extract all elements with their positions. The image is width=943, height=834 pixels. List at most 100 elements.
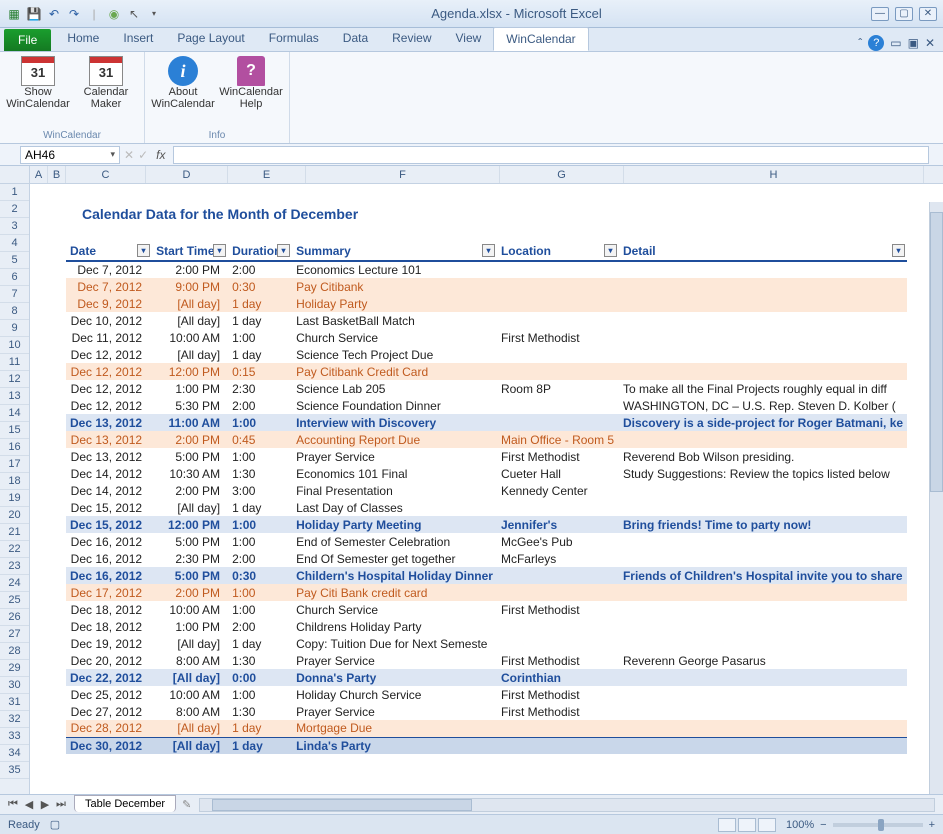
row-header[interactable]: 29: [0, 660, 29, 677]
ribbon-minimize-icon[interactable]: ˆ: [858, 36, 862, 50]
tab-view[interactable]: View: [444, 27, 494, 51]
table-row[interactable]: Dec 12, 201212:00 PM0:15Pay Citibank Cre…: [66, 363, 907, 380]
close-button[interactable]: ✕: [919, 7, 937, 21]
cell-sum[interactable]: Copy: Tuition Due for Next Semeste: [292, 635, 497, 652]
row-header[interactable]: 4: [0, 235, 29, 252]
cell-det[interactable]: Discovery is a side-project for Roger Ba…: [619, 414, 907, 431]
next-sheet-icon[interactable]: ▶: [38, 798, 52, 811]
col-header-D[interactable]: D: [146, 166, 228, 183]
cell-sum[interactable]: Church Service: [292, 329, 497, 346]
table-row[interactable]: Dec 27, 20128:00 AM1:30Prayer ServiceFir…: [66, 703, 907, 720]
cell-loc[interactable]: [497, 720, 619, 737]
cell-start[interactable]: 5:00 PM: [152, 567, 228, 584]
cell-date[interactable]: Dec 18, 2012: [66, 601, 152, 618]
row-header[interactable]: 25: [0, 592, 29, 609]
cell-det[interactable]: [619, 635, 907, 652]
cell-dur[interactable]: 1:00: [228, 601, 292, 618]
cell-det[interactable]: [619, 720, 907, 737]
name-box[interactable]: AH46 ▾: [20, 146, 120, 164]
cell-sum[interactable]: Science Tech Project Due: [292, 346, 497, 363]
row-header[interactable]: 22: [0, 541, 29, 558]
row-header[interactable]: 33: [0, 728, 29, 745]
cell-loc[interactable]: Corinthian: [497, 669, 619, 686]
tab-home[interactable]: Home: [55, 27, 111, 51]
cell-start[interactable]: 5:00 PM: [152, 448, 228, 465]
cell-dur[interactable]: 1 day: [228, 737, 292, 754]
cell-date[interactable]: Dec 20, 2012: [66, 652, 152, 669]
cell-dur[interactable]: 1:00: [228, 533, 292, 550]
row-header[interactable]: 19: [0, 490, 29, 507]
row-header[interactable]: 7: [0, 286, 29, 303]
cell-date[interactable]: Dec 15, 2012: [66, 499, 152, 516]
cell-sum[interactable]: Pay Citibank Credit Card: [292, 363, 497, 380]
table-row[interactable]: Dec 16, 20125:00 PM0:30Childern's Hospit…: [66, 567, 907, 584]
cell-date[interactable]: Dec 27, 2012: [66, 703, 152, 720]
cell-date[interactable]: Dec 15, 2012: [66, 516, 152, 533]
cell-dur[interactable]: 1:00: [228, 414, 292, 431]
cell-date[interactable]: Dec 16, 2012: [66, 533, 152, 550]
table-row[interactable]: Dec 12, 20125:30 PM2:00Science Foundatio…: [66, 397, 907, 414]
cell-date[interactable]: Dec 13, 2012: [66, 414, 152, 431]
cell-det[interactable]: [619, 482, 907, 499]
sheet-tab-active[interactable]: Table December: [74, 795, 176, 812]
formula-input[interactable]: [173, 146, 929, 164]
table-row[interactable]: Dec 13, 201211:00 AM1:00Interview with D…: [66, 414, 907, 431]
cell-loc[interactable]: [497, 737, 619, 754]
macro-record-icon[interactable]: ▢: [50, 818, 60, 831]
cell-sum[interactable]: Science Foundation Dinner: [292, 397, 497, 414]
tab-data[interactable]: Data: [331, 27, 380, 51]
cell-det[interactable]: To make all the Final Projects roughly e…: [619, 380, 907, 397]
row-header[interactable]: 28: [0, 643, 29, 660]
cell-sum[interactable]: Economics Lecture 101: [292, 261, 497, 278]
cell-sum[interactable]: Accounting Report Due: [292, 431, 497, 448]
cell-start[interactable]: 10:00 AM: [152, 329, 228, 346]
cell-loc[interactable]: [497, 635, 619, 652]
fx-icon[interactable]: fx: [156, 148, 165, 162]
cell-det[interactable]: [619, 533, 907, 550]
col-header-C[interactable]: C: [66, 166, 146, 183]
chevron-down-icon[interactable]: ▾: [110, 149, 115, 160]
cell-date[interactable]: Dec 28, 2012: [66, 720, 152, 737]
cell-start[interactable]: 8:00 AM: [152, 703, 228, 720]
cell-loc[interactable]: First Methodist: [497, 686, 619, 703]
cell-loc[interactable]: [497, 363, 619, 380]
ribbon-opt2-icon[interactable]: ▣: [908, 36, 919, 50]
table-row[interactable]: Dec 13, 20122:00 PM0:45Accounting Report…: [66, 431, 907, 448]
horizontal-scrollbar[interactable]: [199, 798, 935, 812]
cell-start[interactable]: [All day]: [152, 720, 228, 737]
cell-det[interactable]: Study Suggestions: Review the topics lis…: [619, 465, 907, 482]
cell-start[interactable]: [All day]: [152, 499, 228, 516]
cell-sum[interactable]: Childrens Holiday Party: [292, 618, 497, 635]
row-header[interactable]: 14: [0, 405, 29, 422]
row-header[interactable]: 32: [0, 711, 29, 728]
cell-start[interactable]: [All day]: [152, 737, 228, 754]
cell-det[interactable]: [619, 584, 907, 601]
row-headers[interactable]: 1234567891011121314151617181920212223242…: [0, 184, 30, 794]
row-header[interactable]: 10: [0, 337, 29, 354]
qat-custom-icon[interactable]: ◉: [106, 6, 122, 22]
accept-formula-icon[interactable]: ✓: [138, 148, 148, 162]
table-row[interactable]: Dec 9, 2012[All day]1 dayHoliday Party: [66, 295, 907, 312]
row-header[interactable]: 27: [0, 626, 29, 643]
column-header-loc[interactable]: Location▾: [497, 242, 619, 261]
file-tab[interactable]: File: [4, 29, 51, 51]
last-sheet-icon[interactable]: ⏭: [54, 798, 68, 811]
col-header-F[interactable]: F: [306, 166, 500, 183]
cell-loc[interactable]: [497, 499, 619, 516]
row-header[interactable]: 18: [0, 473, 29, 490]
cell-date[interactable]: Dec 25, 2012: [66, 686, 152, 703]
tab-page-layout[interactable]: Page Layout: [165, 27, 256, 51]
cell-det[interactable]: WASHINGTON, DC – U.S. Rep. Steven D. Kol…: [619, 397, 907, 414]
table-row[interactable]: Dec 14, 201210:30 AM1:30Economics 101 Fi…: [66, 465, 907, 482]
cell-sum[interactable]: Last BasketBall Match: [292, 312, 497, 329]
cell-sum[interactable]: End of Semester Celebration: [292, 533, 497, 550]
cell-start[interactable]: 2:00 PM: [152, 482, 228, 499]
cell-date[interactable]: Dec 10, 2012: [66, 312, 152, 329]
ribbon-close-icon[interactable]: ✕: [925, 36, 935, 50]
row-header[interactable]: 30: [0, 677, 29, 694]
cell-loc[interactable]: [497, 346, 619, 363]
cell-date[interactable]: Dec 19, 2012: [66, 635, 152, 652]
cell-loc[interactable]: [497, 414, 619, 431]
cell-date[interactable]: Dec 14, 2012: [66, 465, 152, 482]
cell-det[interactable]: [619, 499, 907, 516]
